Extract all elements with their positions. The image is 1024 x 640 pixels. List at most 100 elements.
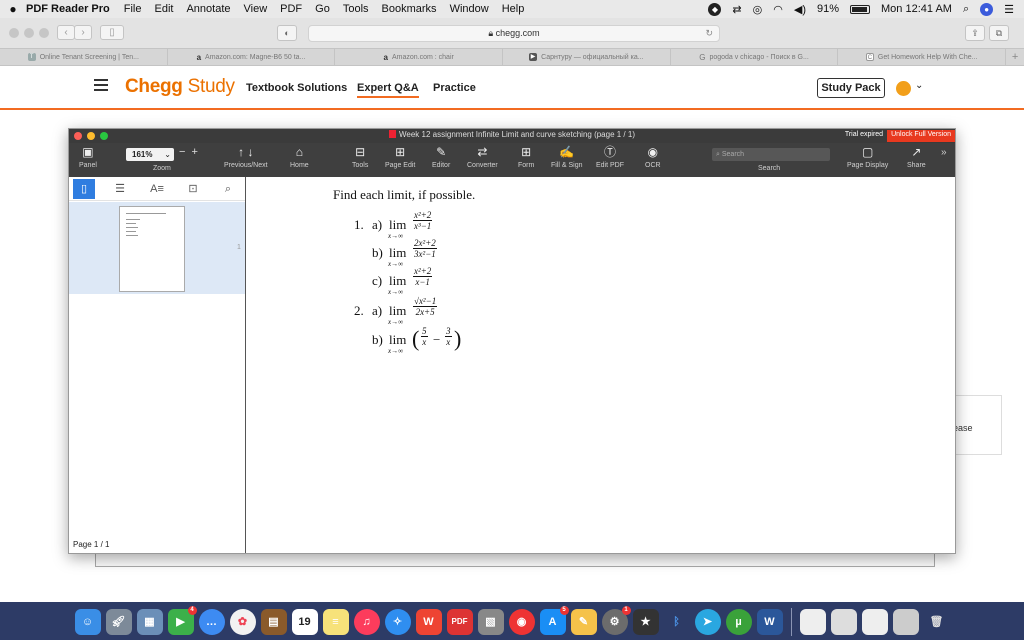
browser-tab[interactable]: T Online Tenant Screening | Ten...	[0, 49, 168, 65]
telegram-icon[interactable]: ➤	[694, 608, 721, 635]
facetime-icon[interactable]: ▶ 4	[167, 605, 197, 635]
notification-center-icon[interactable]: ☰	[1004, 3, 1014, 16]
browser-tab[interactable]: a Amazon.com : chair	[335, 49, 504, 65]
screenshot-stack-icon[interactable]	[892, 608, 919, 635]
imovie-icon[interactable]: ★	[632, 608, 659, 635]
menu-file[interactable]: File	[124, 3, 142, 15]
notes-icon[interactable]: ≡	[322, 608, 349, 635]
window-minimize-button[interactable]	[24, 28, 34, 38]
forward-button[interactable]: ›	[74, 25, 92, 40]
nav-expert-qa[interactable]: Expert Q&A	[357, 82, 419, 98]
thumbnails-tab-icon[interactable]: ▯	[73, 179, 95, 199]
avatar[interactable]	[896, 81, 911, 96]
menu-annotate[interactable]: Annotate	[186, 3, 230, 15]
menu-help[interactable]: Help	[502, 3, 525, 15]
volume-icon[interactable]: ◀)	[794, 3, 806, 16]
zoom-in-icon[interactable]: +	[191, 146, 203, 158]
pdf-app-icon[interactable]: W	[415, 608, 442, 635]
form-button[interactable]: ⊞ Form	[518, 145, 534, 169]
annotations-tab-icon[interactable]: A≡	[146, 179, 168, 199]
tabs-overview-icon[interactable]: ⧉	[989, 25, 1009, 41]
address-bar[interactable]: 🔒︎ chegg.com ↻	[308, 25, 720, 42]
share-icon[interactable]: ⇪	[965, 25, 985, 41]
browser-tab[interactable]: Gpogoda v chicago - Поиск в G...	[671, 49, 839, 65]
menu-view[interactable]: View	[244, 3, 268, 15]
ocr-button[interactable]: ◉ OCR	[645, 145, 661, 169]
photos-icon[interactable]: ✿	[229, 608, 256, 635]
messages-icon[interactable]: …	[198, 608, 225, 635]
hamburger-menu-icon[interactable]	[94, 79, 108, 91]
back-button[interactable]: ‹	[57, 25, 75, 40]
sidebar-toggle-icon[interactable]: ▯	[100, 25, 124, 40]
image-capture-icon[interactable]: ▧	[477, 608, 504, 635]
home-button[interactable]: ⌂ Home	[290, 145, 309, 169]
trash-icon[interactable]: 🗑︎	[924, 609, 950, 635]
siri-icon[interactable]: ●	[980, 2, 994, 16]
recent-document-icon[interactable]	[799, 608, 826, 635]
calendar-icon[interactable]: 19	[291, 608, 318, 635]
finder-icon[interactable]: ☺	[74, 608, 101, 635]
search-tab-icon[interactable]: ⌕	[217, 179, 239, 199]
unlock-full-version-button[interactable]: Unlock Full Version	[887, 130, 955, 142]
page-display-button[interactable]: ▢ Page Display	[847, 145, 888, 169]
outline-tab-icon[interactable]: ☰	[109, 179, 131, 199]
page-edit-button[interactable]: ⊞ Page Edit	[385, 145, 415, 169]
reload-icon[interactable]: ↻	[705, 26, 713, 41]
chrome-icon[interactable]: ◉	[508, 608, 535, 635]
menu-bookmarks[interactable]: Bookmarks	[382, 3, 437, 15]
window-close-button[interactable]	[9, 28, 19, 38]
menu-pdf[interactable]: PDF	[280, 3, 302, 15]
page-thumbnail[interactable]	[119, 206, 185, 292]
word-icon[interactable]: W	[756, 608, 783, 635]
vpn-icon[interactable]: ◆	[708, 2, 722, 16]
browser-tab[interactable]: a Amazon.com: Magne-B6 50 ta...	[168, 49, 336, 65]
music-icon[interactable]: ♫	[353, 608, 380, 635]
downloads-stack-icon[interactable]	[830, 608, 857, 635]
safari-icon[interactable]: ✧	[384, 608, 411, 635]
nav-practice[interactable]: Practice	[433, 82, 476, 94]
panel-button[interactable]: ▣ Panel	[79, 145, 97, 169]
zoom-stepper[interactable]: −+	[179, 146, 204, 158]
editor-button[interactable]: ✎ Editor	[432, 145, 450, 169]
new-tab-button[interactable]: +	[1006, 49, 1024, 65]
nav-textbook-solutions[interactable]: Textbook Solutions	[246, 82, 347, 94]
pdf-reader-icon[interactable]: PDF	[446, 608, 473, 635]
utorrent-icon[interactable]: µ	[725, 608, 752, 635]
chevron-down-icon[interactable]: ⌄	[915, 80, 923, 91]
browser-tab[interactable]: ▶ Сарнтуру — официальный ка...	[503, 49, 671, 65]
previous-next-button[interactable]: ↑ ↓ Previous/Next	[224, 145, 268, 169]
window-zoom-button[interactable]	[39, 28, 49, 38]
tools-button[interactable]: ⊟ Tools	[352, 145, 368, 169]
menu-edit[interactable]: Edit	[154, 3, 173, 15]
menu-window[interactable]: Window	[450, 3, 489, 15]
gauge-icon[interactable]: ◎	[753, 3, 763, 16]
battery-percent[interactable]: 91%	[817, 3, 839, 15]
edit-pdf-button[interactable]: Ⓣ Edit PDF	[596, 145, 624, 169]
clock[interactable]: Mon 12:41 AM	[881, 3, 952, 15]
preview-icon[interactable]: ▦	[136, 608, 163, 635]
spotlight-icon[interactable]: ⌕	[963, 3, 969, 16]
recent-window-icon[interactable]	[861, 608, 888, 635]
study-pack-button[interactable]: Study Pack	[817, 78, 885, 98]
share-button[interactable]: ↗ Share	[907, 145, 926, 169]
battery-icon[interactable]	[850, 4, 871, 14]
shield-icon[interactable]: ◐	[277, 25, 297, 41]
menu-tools[interactable]: Tools	[343, 3, 369, 15]
chegg-logo[interactable]: Chegg Study	[125, 76, 235, 98]
snapshot-tab-icon[interactable]: ⊡	[182, 179, 204, 199]
pages-icon[interactable]: ✎	[570, 608, 597, 635]
contacts-icon[interactable]: ▤	[260, 608, 287, 635]
system-preferences-icon[interactable]: ⚙ 1	[601, 605, 631, 635]
menu-go[interactable]: Go	[315, 3, 330, 15]
apple-menu-icon[interactable]: ●	[0, 2, 26, 16]
app-menu[interactable]: PDF Reader Pro	[26, 3, 110, 15]
search-input[interactable]: ⌕ Search	[712, 148, 830, 161]
browser-tab-active[interactable]: C Get Homework Help With Che...	[838, 49, 1007, 65]
converter-button[interactable]: ⇄ Converter	[467, 145, 498, 169]
wifi-icon[interactable]: ◠	[773, 3, 783, 16]
bluetooth-icon[interactable]: ᛒ	[664, 609, 690, 635]
fill-sign-button[interactable]: ✍ Fill & Sign	[551, 145, 583, 169]
app-store-icon[interactable]: A5	[539, 605, 569, 635]
zoom-out-icon[interactable]: −	[179, 146, 191, 158]
toolbar-overflow-icon[interactable]: »	[941, 147, 947, 158]
